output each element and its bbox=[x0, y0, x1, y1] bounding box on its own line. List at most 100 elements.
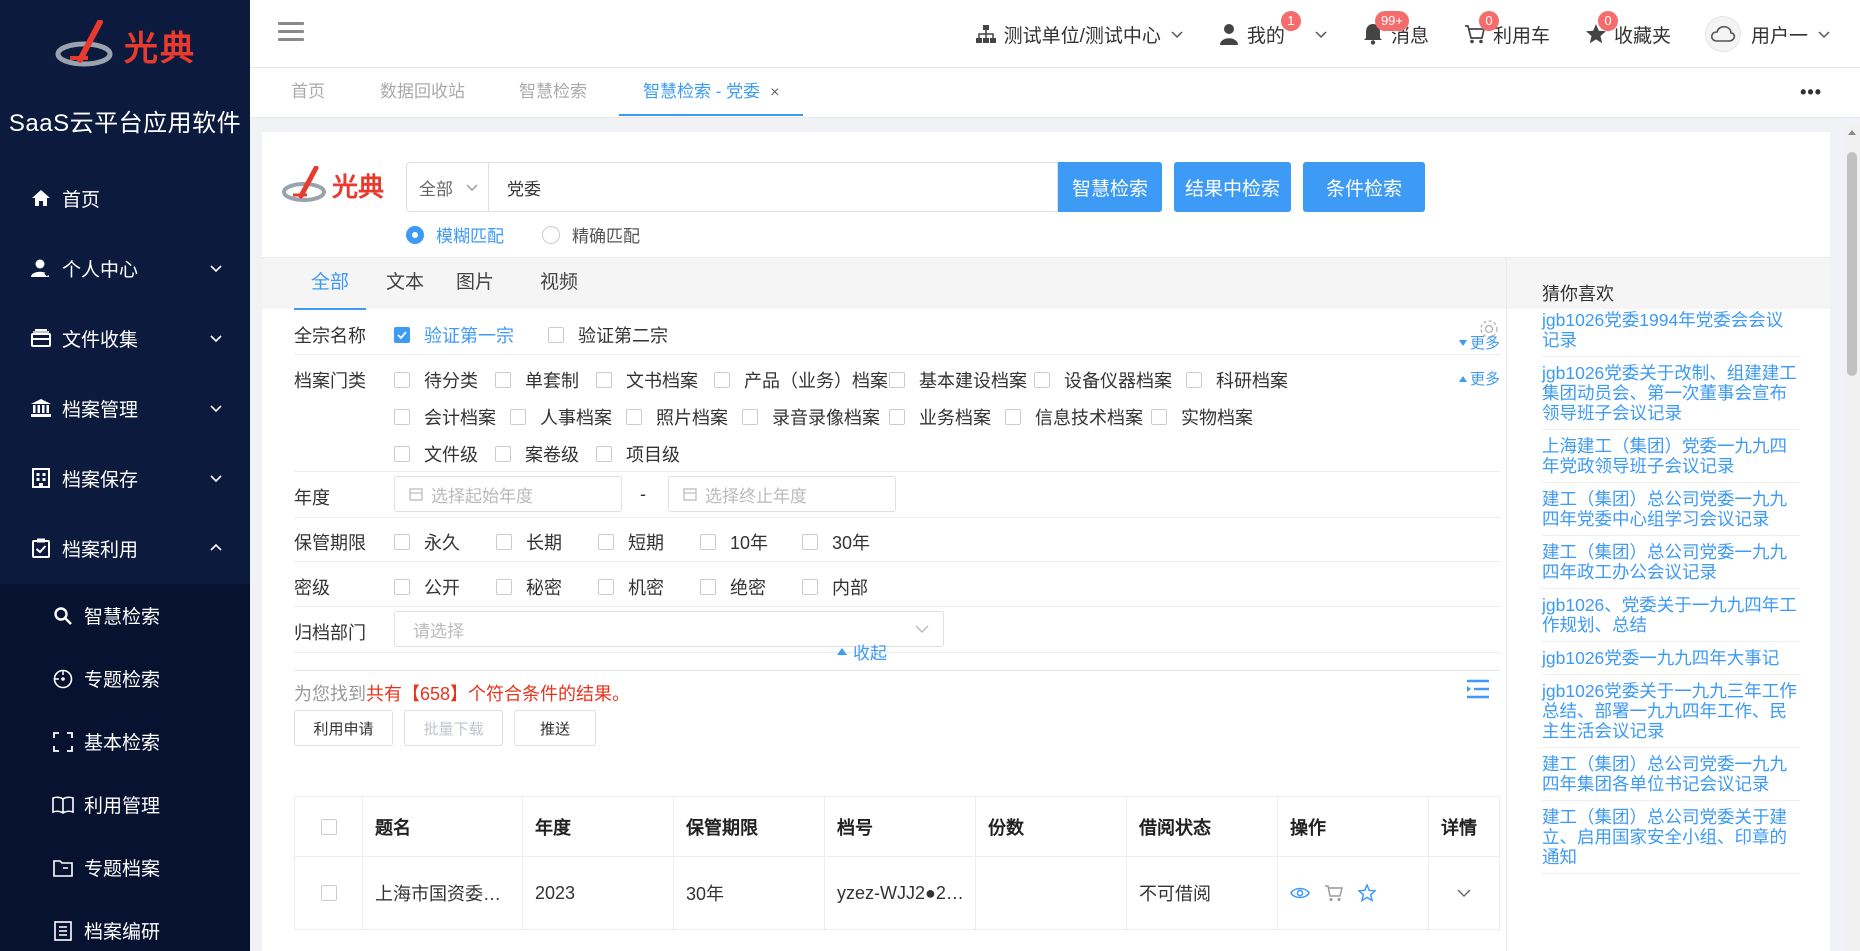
cart-button[interactable]: 利用车 0 bbox=[1463, 10, 1550, 48]
push-button[interactable]: 推送 bbox=[514, 710, 596, 746]
list-item[interactable]: jgb1026党委关于改制、组建建工集团动员会、第一次董事会宣布领导班子会议记录 bbox=[1542, 357, 1800, 430]
smart-search-button[interactable]: 智慧检索 bbox=[1058, 162, 1162, 212]
category-option[interactable]: 人事档案 bbox=[510, 404, 612, 430]
retention-option[interactable]: 永久 bbox=[394, 529, 460, 555]
search-input[interactable]: 党委 bbox=[489, 163, 1057, 211]
checkbox[interactable] bbox=[496, 579, 512, 595]
nav-item-archive-utilization[interactable]: 档案利用 bbox=[0, 513, 250, 583]
checkbox[interactable] bbox=[510, 409, 526, 425]
brand-logo[interactable]: 光典 bbox=[54, 16, 196, 74]
checkbox[interactable] bbox=[1005, 409, 1021, 425]
more-tabs-icon[interactable]: ••• bbox=[1800, 82, 1822, 103]
tab-recycle-bin[interactable]: 数据回收站 bbox=[380, 68, 465, 116]
checkbox[interactable] bbox=[394, 534, 410, 550]
tab-smart-search-party[interactable]: 智慧检索 - 党委 × bbox=[619, 68, 804, 116]
search-scope-select[interactable]: 全部 bbox=[407, 163, 489, 211]
col-retention[interactable]: 保管期限 bbox=[674, 797, 825, 856]
sub-item-archive-compilation[interactable]: 档案编研 bbox=[0, 899, 250, 951]
batch-download-button[interactable]: 批量下载 bbox=[404, 710, 503, 746]
checkbox[interactable] bbox=[596, 446, 612, 462]
category-more-link[interactable]: 更多 bbox=[1458, 368, 1500, 389]
checkbox[interactable] bbox=[700, 579, 716, 595]
fonds-option-1[interactable]: 验证第一宗 bbox=[394, 322, 514, 348]
secret-option[interactable]: 机密 bbox=[598, 574, 664, 600]
retention-option[interactable]: 10年 bbox=[700, 529, 768, 555]
category-option[interactable]: 案卷级 bbox=[495, 441, 579, 467]
exact-match-label[interactable]: 精确匹配 bbox=[572, 222, 640, 247]
checkbox[interactable] bbox=[394, 372, 410, 388]
checkbox[interactable] bbox=[598, 579, 614, 595]
checkbox[interactable] bbox=[394, 579, 410, 595]
list-item[interactable]: 建工（集团）总公司党委关于建立、启用国家安全小组、印章的通知 bbox=[1542, 801, 1800, 874]
eye-icon[interactable] bbox=[1290, 886, 1310, 900]
user-menu[interactable]: 用户一 bbox=[1704, 16, 1830, 52]
scrollbar-thumb[interactable] bbox=[1847, 152, 1857, 376]
list-item[interactable]: 建工（集团）总公司党委一九九四年集团各单位书记会议记录 bbox=[1542, 748, 1800, 801]
category-option[interactable]: 信息技术档案 bbox=[1005, 404, 1143, 430]
nav-item-personal-center[interactable]: 个人中心 bbox=[0, 233, 250, 303]
list-toggle-icon[interactable] bbox=[1466, 678, 1490, 700]
mine-menu[interactable]: 我的 1 bbox=[1217, 10, 1327, 48]
list-item[interactable]: 建工（集团）总公司党委一九九四年政工办公会议记录 bbox=[1542, 536, 1800, 589]
list-item[interactable]: 建工（集团）总公司党委一九九四年党委中心组学习会议记录 bbox=[1542, 483, 1800, 536]
list-item[interactable]: jgb1026党委关于一九九三年工作总结、部署一九九四年工作、民主生活会议记录 bbox=[1542, 675, 1800, 748]
category-option[interactable]: 设备仪器档案 bbox=[1034, 367, 1172, 393]
category-option[interactable]: 项目级 bbox=[596, 441, 680, 467]
category-option[interactable]: 会计档案 bbox=[394, 404, 496, 430]
category-option[interactable]: 产品（业务）档案 bbox=[714, 367, 888, 393]
checkbox[interactable] bbox=[495, 372, 511, 388]
checkbox[interactable] bbox=[394, 409, 410, 425]
sub-item-smart-search[interactable]: 智慧检索 bbox=[0, 584, 250, 647]
list-item[interactable]: jgb1026、党委关于一九九四年工作规划、总结 bbox=[1542, 589, 1800, 642]
nav-item-archive-storage[interactable]: 档案保存 bbox=[0, 443, 250, 513]
checkbox[interactable] bbox=[596, 372, 612, 388]
list-item[interactable]: 上海建工（集团）党委一九九四年党政领导班子会议记录 bbox=[1542, 430, 1800, 483]
cell-title[interactable]: 上海市国资委… bbox=[363, 857, 523, 929]
fuzzy-match-label[interactable]: 模糊匹配 bbox=[436, 222, 504, 247]
tab-home[interactable]: 首页 bbox=[291, 68, 325, 116]
checkbox[interactable] bbox=[802, 534, 818, 550]
checkbox[interactable] bbox=[1186, 372, 1202, 388]
favorite-star-icon[interactable] bbox=[1358, 884, 1376, 902]
tab-video[interactable]: 视频 bbox=[529, 258, 589, 310]
checkbox[interactable] bbox=[714, 372, 730, 388]
sub-item-topic-archive[interactable]: 专题档案 bbox=[0, 836, 250, 899]
col-title[interactable]: 题名 bbox=[363, 797, 523, 856]
category-option[interactable]: 科研档案 bbox=[1186, 367, 1288, 393]
category-option[interactable]: 待分类 bbox=[394, 367, 478, 393]
fonds-option-2[interactable]: 验证第二宗 bbox=[548, 322, 668, 348]
secret-option[interactable]: 内部 bbox=[802, 574, 868, 600]
checkbox[interactable] bbox=[889, 409, 905, 425]
year-start-picker[interactable]: 选择起始年度 bbox=[394, 476, 622, 512]
condition-search-button[interactable]: 条件检索 bbox=[1303, 162, 1425, 212]
tab-smart-search[interactable]: 智慧检索 bbox=[519, 68, 587, 116]
table-row[interactable]: 上海市国资委… 2023 30年 yzez-WJJ2●2… 不可借阅 bbox=[295, 857, 1499, 929]
org-selector[interactable]: 测试单位/测试中心 bbox=[974, 21, 1183, 48]
row-checkbox[interactable] bbox=[320, 885, 337, 901]
secret-option[interactable]: 绝密 bbox=[700, 574, 766, 600]
expand-chevron-icon[interactable] bbox=[1457, 888, 1471, 898]
sub-item-basic-search[interactable]: 基本检索 bbox=[0, 710, 250, 773]
close-icon[interactable]: × bbox=[770, 84, 779, 101]
year-end-picker[interactable]: 选择终止年度 bbox=[668, 476, 896, 512]
checkbox[interactable] bbox=[1034, 372, 1050, 388]
secret-option[interactable]: 秘密 bbox=[496, 574, 562, 600]
apply-use-button[interactable]: 利用申请 bbox=[294, 710, 393, 746]
checkbox[interactable] bbox=[598, 534, 614, 550]
col-status[interactable]: 借阅状态 bbox=[1127, 797, 1278, 856]
col-code[interactable]: 档号 bbox=[825, 797, 976, 856]
nav-item-archive-management[interactable]: 档案管理 bbox=[0, 373, 250, 443]
secret-option[interactable]: 公开 bbox=[394, 574, 460, 600]
list-item[interactable]: jgb1026党委1994年党委会会议记录 bbox=[1542, 304, 1800, 357]
checkbox[interactable] bbox=[700, 534, 716, 550]
fonds-more-link[interactable]: 更多 bbox=[1458, 332, 1500, 353]
menu-toggle-icon[interactable] bbox=[278, 22, 304, 42]
favorites-button[interactable]: 收藏夹 0 bbox=[1584, 10, 1671, 48]
search-in-results-button[interactable]: 结果中检索 bbox=[1174, 162, 1291, 212]
select-all-checkbox[interactable] bbox=[320, 818, 337, 835]
collapse-filters-link[interactable]: 收起 bbox=[837, 639, 887, 664]
list-item[interactable]: jgb1026党委一九九四年大事记 bbox=[1542, 642, 1800, 675]
category-option[interactable]: 录音录像档案 bbox=[742, 404, 880, 430]
category-option[interactable]: 单套制 bbox=[495, 367, 579, 393]
tab-text[interactable]: 文本 bbox=[375, 258, 435, 310]
